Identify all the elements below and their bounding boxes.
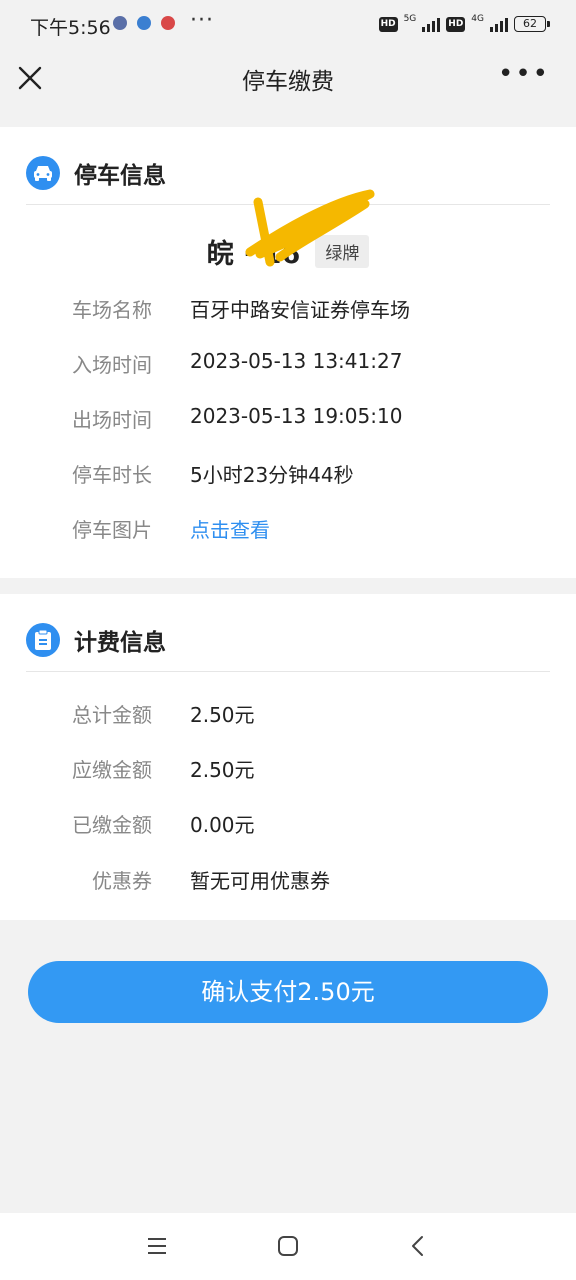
billing-info-header: 计费信息 [26,622,166,658]
row-value: 0.00元 [190,813,255,837]
system-nav-bar [0,1213,576,1280]
row-label: 入场时间 [72,353,152,377]
status-time: 下午5:56 [30,17,111,39]
row-value: 2023-05-13 13:41:27 [190,349,403,373]
info-row-photo: 停车图片 点击查看 [0,514,576,544]
signal-icon [490,16,508,32]
row-label: 停车图片 [72,518,152,542]
parking-info-header: 停车信息 [26,155,166,191]
row-label: 总计金额 [72,703,152,727]
billing-row-paid: 已缴金额 0.00元 [0,809,576,839]
back-icon[interactable] [405,1233,431,1259]
status-indicators: HD 5G HD 4G 62 [378,13,550,35]
row-label: 已缴金额 [72,813,152,837]
info-row-duration: 停车时长 5小时23分钟44秒 [0,459,576,489]
row-label: 优惠券 [92,869,152,893]
page-title: 停车缴费 [242,69,334,95]
redaction-scribble [245,189,375,267]
status-bar: 下午5:56 ··· HD 5G HD 4G 62 [0,0,576,50]
hd-icon: HD [378,16,398,32]
row-label: 应缴金额 [72,758,152,782]
confirm-pay-button[interactable]: 确认支付2.50元 [28,961,548,1023]
row-value: 百牙中路安信证券停车场 [190,298,410,322]
info-row-entry-time: 入场时间 2023-05-13 13:41:27 [0,349,576,379]
more-options-icon[interactable]: ••• [498,61,550,87]
billing-info-title: 计费信息 [74,630,166,656]
row-label: 车场名称 [72,298,152,322]
billing-row-coupon: 优惠券 暂无可用优惠券 [0,865,576,895]
row-label: 出场时间 [72,408,152,432]
info-row-exit-time: 出场时间 2023-05-13 19:05:10 [0,404,576,434]
notification-icon [137,16,151,30]
billing-row-total: 总计金额 2.50元 [0,699,576,729]
billing-row-due: 应缴金额 2.50元 [0,754,576,784]
parking-info-title: 停车信息 [74,163,166,189]
signal-icon [422,16,441,32]
clipboard-icon [26,623,60,657]
notification-icon [161,16,175,30]
nav-bar: 停车缴费 ••• [0,50,576,110]
info-row-lot-name: 车场名称 百牙中路安信证券停车场 [0,294,576,324]
row-value: 2.50元 [190,703,255,727]
row-value: 2.50元 [190,758,255,782]
notification-icon [113,16,127,30]
row-value: 5小时23分钟44秒 [190,463,354,487]
row-label: 停车时长 [72,463,152,487]
row-value: 2023-05-13 19:05:10 [190,404,403,428]
network-type: 4G [471,13,484,24]
more-notifications-icon: ··· [190,8,214,33]
menu-icon[interactable] [144,1233,170,1259]
divider [26,671,550,672]
network-type: 5G [403,13,417,24]
coupon-value[interactable]: 暂无可用优惠券 [190,865,330,894]
view-photo-link[interactable]: 点击查看 [190,514,270,543]
hd-icon: HD [446,16,466,32]
car-icon [26,156,60,190]
home-icon[interactable] [275,1233,301,1259]
battery-icon: 62 [514,16,550,32]
